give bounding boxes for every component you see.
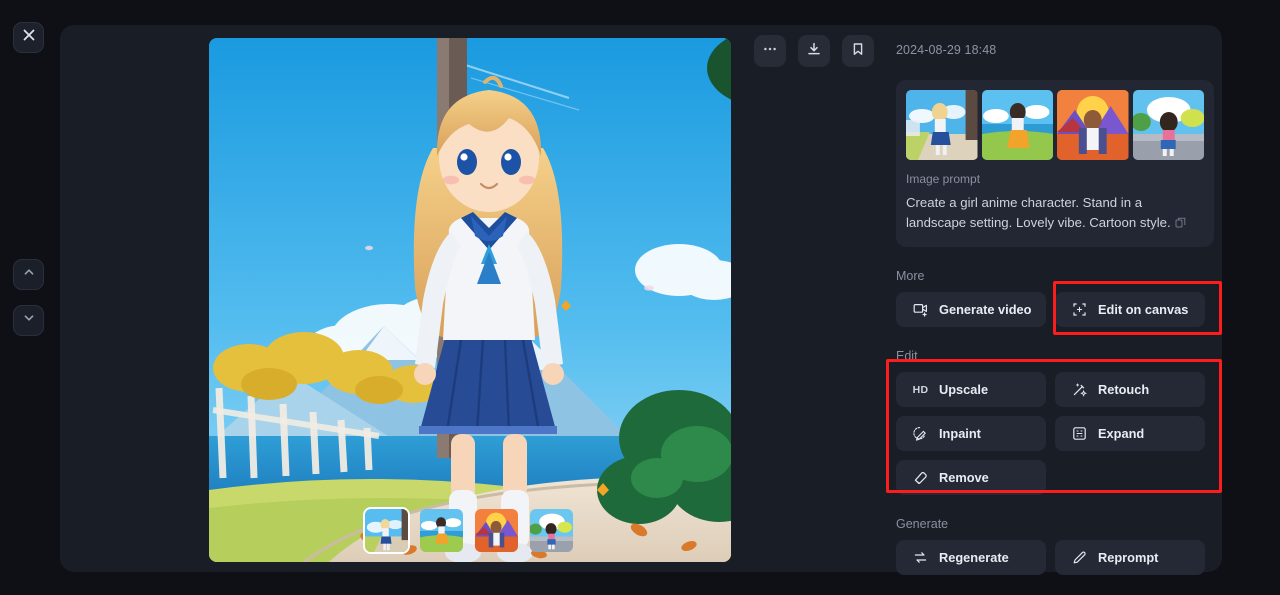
variant-thumbnail-4[interactable] xyxy=(528,507,575,554)
edit-on-canvas-button[interactable]: Edit on canvas xyxy=(1055,292,1205,327)
prompt-ref-thumbnail-3[interactable] xyxy=(1057,90,1129,160)
close-icon xyxy=(22,28,36,47)
image-toolbar xyxy=(754,35,874,67)
expand-frame-icon xyxy=(1072,426,1087,441)
regenerate-label: Regenerate xyxy=(939,550,1009,565)
variant-thumbnail-1[interactable] xyxy=(363,507,410,554)
upscale-button[interactable]: HD Upscale xyxy=(896,372,1046,407)
close-button[interactable] xyxy=(13,22,44,53)
prompt-text: Create a girl anime character. Stand in … xyxy=(906,193,1204,234)
section-label-edit: Edit xyxy=(896,349,918,363)
prompt-ref-thumbnail-2[interactable] xyxy=(981,90,1053,160)
remove-button[interactable]: Remove xyxy=(896,460,1046,495)
variant-thumbnail-2[interactable] xyxy=(418,507,465,554)
image-detail-modal: 2024-08-29 18:48 Image prompt Create a g… xyxy=(60,25,1222,575)
reprompt-button[interactable]: Reprompt xyxy=(1055,540,1205,575)
next-image-button[interactable] xyxy=(13,305,44,336)
prompt-label: Image prompt xyxy=(906,172,981,186)
section-label-more: More xyxy=(896,269,925,283)
edit-actions-group: HD Upscale Retouch Inpaint Expand Remove xyxy=(896,372,1222,495)
previous-image-button[interactable] xyxy=(13,259,44,290)
detail-side-panel: 2024-08-29 18:48 Image prompt Create a g… xyxy=(896,25,1222,575)
remove-label: Remove xyxy=(939,470,989,485)
pencil-icon xyxy=(1072,550,1087,565)
chevron-up-icon xyxy=(22,265,36,284)
bookmark-icon xyxy=(850,41,866,62)
video-plus-icon xyxy=(913,302,928,317)
generate-video-label: Generate video xyxy=(939,302,1032,317)
reprompt-label: Reprompt xyxy=(1098,550,1159,565)
inpaint-brush-icon xyxy=(913,426,928,441)
image-stage xyxy=(209,38,731,562)
image-timestamp: 2024-08-29 18:48 xyxy=(896,43,997,57)
inpaint-button[interactable]: Inpaint xyxy=(896,416,1046,451)
hd-icon: HD xyxy=(912,383,929,396)
eraser-icon xyxy=(913,470,928,485)
download-button[interactable] xyxy=(798,35,830,67)
prompt-reference-thumbnails xyxy=(906,90,1204,160)
hero-image[interactable] xyxy=(209,38,731,562)
generate-video-button[interactable]: Generate video xyxy=(896,292,1046,327)
canvas-crop-icon xyxy=(1072,302,1087,317)
expand-button[interactable]: Expand xyxy=(1055,416,1205,451)
app-root: 2024-08-29 18:48 Image prompt Create a g… xyxy=(0,0,1280,595)
retouch-label: Retouch xyxy=(1098,382,1150,397)
upscale-label: Upscale xyxy=(939,382,989,397)
prompt-ref-thumbnail-1[interactable] xyxy=(906,90,978,160)
prompt-ref-thumbnail-4[interactable] xyxy=(1132,90,1204,160)
edit-on-canvas-label: Edit on canvas xyxy=(1098,302,1189,317)
inpaint-label: Inpaint xyxy=(939,426,981,441)
image-navigation xyxy=(13,259,44,351)
copy-prompt-icon[interactable] xyxy=(1175,214,1186,234)
more-actions-group: Generate video Edit on canvas xyxy=(896,292,1222,327)
more-options-button[interactable] xyxy=(754,35,786,67)
expand-label: Expand xyxy=(1098,426,1145,441)
regenerate-button[interactable]: Regenerate xyxy=(896,540,1046,575)
retouch-button[interactable]: Retouch xyxy=(1055,372,1205,407)
prompt-text-value: Create a girl anime character. Stand in … xyxy=(906,195,1171,230)
section-label-generate: Generate xyxy=(896,517,949,531)
variant-thumbnail-strip xyxy=(363,507,575,554)
bookmark-button[interactable] xyxy=(842,35,874,67)
chevron-down-icon xyxy=(22,311,36,330)
download-icon xyxy=(806,41,822,62)
magic-wand-icon xyxy=(1072,382,1087,397)
prompt-card: Image prompt Create a girl anime charact… xyxy=(896,80,1214,247)
variant-thumbnail-3[interactable] xyxy=(473,507,520,554)
ellipsis-icon xyxy=(762,41,778,62)
generate-actions-group: Regenerate Reprompt xyxy=(896,540,1222,575)
refresh-icon xyxy=(913,550,928,565)
